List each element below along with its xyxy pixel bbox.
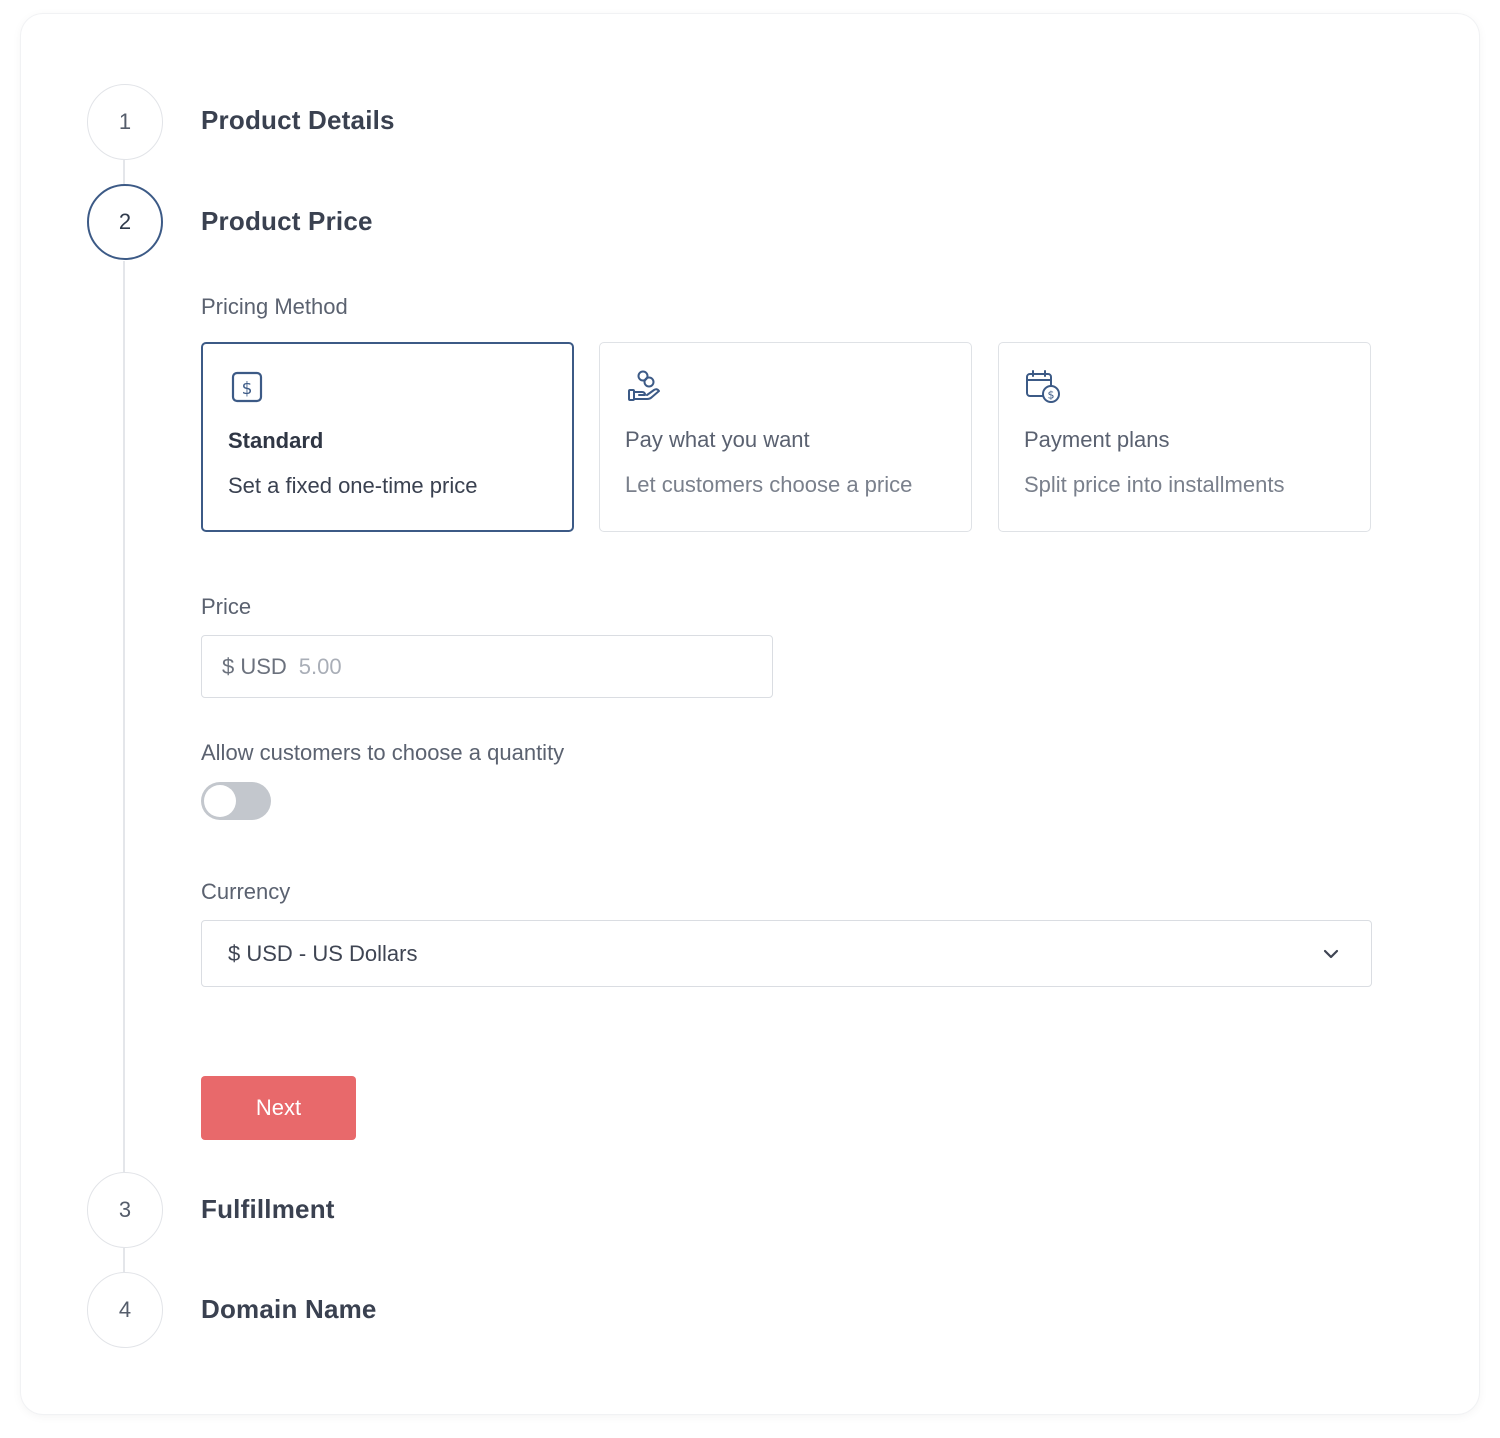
pricing-method-label: Pricing Method <box>201 294 348 319</box>
step-connector <box>123 261 125 1172</box>
svg-text:$: $ <box>242 379 253 399</box>
quantity-toggle[interactable] <box>201 782 271 820</box>
pricing-option-pay-what-you-want[interactable]: Pay what you want Let customers choose a… <box>599 342 972 532</box>
step-connector <box>123 1248 125 1272</box>
pricing-option-payment-plans[interactable]: $ Payment plans Split price into install… <box>998 342 1371 532</box>
step-3-indicator[interactable]: 3 <box>87 1172 163 1248</box>
step-2-title[interactable]: Product Price <box>201 206 373 237</box>
pricing-option-title: Standard <box>228 428 324 453</box>
step-4-indicator[interactable]: 4 <box>87 1272 163 1348</box>
svg-text:$: $ <box>1048 389 1055 402</box>
step-1-indicator[interactable]: 1 <box>87 84 163 160</box>
step-connector <box>123 160 125 184</box>
currency-label: Currency <box>201 879 291 904</box>
toggle-knob <box>204 785 236 817</box>
price-input[interactable]: $ USD 5.00 <box>201 635 773 698</box>
pricing-option-standard[interactable]: $ Standard Set a fixed one-time price <box>201 342 574 532</box>
step-1-title[interactable]: Product Details <box>201 105 395 136</box>
currency-prefix: $ USD <box>222 653 287 679</box>
pricing-option-description: Let customers choose a price <box>625 472 913 497</box>
chevron-down-icon <box>1323 949 1339 959</box>
pricing-option-description: Split price into installments <box>1024 472 1285 497</box>
currency-select[interactable]: $ USD - US Dollars <box>201 920 1372 987</box>
dollar-square-icon: $ <box>231 371 263 403</box>
hand-coins-icon <box>628 370 660 401</box>
next-button[interactable]: Next <box>201 1076 356 1140</box>
pricing-option-description: Set a fixed one-time price <box>228 473 478 498</box>
step-3-title[interactable]: Fulfillment <box>201 1194 335 1225</box>
quantity-toggle-label: Allow customers to choose a quantity <box>201 740 565 765</box>
step-4-title[interactable]: Domain Name <box>201 1294 377 1325</box>
pricing-option-title: Payment plans <box>1024 427 1170 452</box>
currency-selected-value: $ USD - US Dollars <box>228 940 418 966</box>
price-placeholder: 5.00 <box>298 653 342 679</box>
step-2-indicator[interactable]: 2 <box>87 184 163 260</box>
pricing-option-title: Pay what you want <box>625 427 810 452</box>
price-label: Price <box>201 594 252 619</box>
calendar-dollar-icon: $ <box>1026 370 1060 403</box>
